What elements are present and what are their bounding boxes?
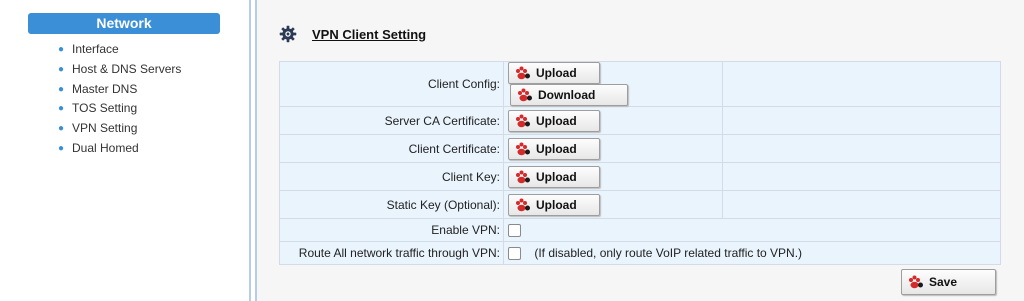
client-config-value: Upload Download (503, 61, 723, 107)
gear-icon (279, 25, 297, 43)
bullet-icon: ● (58, 103, 65, 115)
vpn-settings-table: Client Config: Upload Download Server CA… (279, 61, 1001, 265)
paw-icon (516, 66, 530, 80)
upload-label: Upload (536, 141, 577, 156)
row-static-key: Static Key (Optional): Upload (279, 190, 1001, 219)
static-key-value: Upload (503, 190, 723, 219)
sidebar-item-label: Dual Homed (72, 140, 139, 155)
section-header: VPN Client Setting (279, 22, 426, 46)
route-all-label: Route All network traffic through VPN: (279, 241, 504, 265)
client-config-upload-button[interactable]: Upload (508, 62, 600, 84)
sidebar: Network ● Interface ● Host & DNS Servers ●… (0, 0, 250, 301)
sidebar-item-interface[interactable]: ● Interface (56, 40, 181, 60)
server-ca-upload-button[interactable]: Upload (508, 109, 600, 132)
route-all-checkbox[interactable] (508, 246, 521, 260)
enable-vpn-value (503, 218, 1001, 242)
bullet-icon: ● (58, 83, 65, 95)
route-all-value: (If disabled, only route VoIP related tr… (503, 241, 1001, 265)
sidebar-item-host-dns-servers[interactable]: ● Host & DNS Servers (56, 60, 181, 80)
server-ca-value: Upload (503, 106, 723, 135)
row-client-key: Client Key: Upload (279, 162, 1001, 191)
sidebar-header-network[interactable]: Network (28, 13, 220, 34)
download-label: Download (538, 88, 596, 102)
client-cert-upload-button[interactable]: Upload (508, 137, 600, 160)
client-config-label: Client Config: (279, 61, 504, 107)
row-route-all: Route All network traffic through VPN: (… (279, 241, 1001, 265)
bullet-icon: ● (58, 44, 65, 55)
client-config-download-button[interactable]: Download (510, 84, 628, 106)
sidebar-item-label: Interface (72, 42, 119, 56)
sidebar-item-label: VPN Setting (72, 121, 138, 136)
section-title: VPN Client Setting (312, 26, 427, 42)
bullet-icon: ● (58, 63, 65, 75)
row-enable-vpn: Enable VPN: (279, 218, 1001, 242)
row-server-ca: Server CA Certificate: Upload (279, 106, 1001, 135)
bullet-icon: ● (58, 142, 65, 154)
main-panel: VPN Client Setting Client Config: Upload… (257, 0, 1024, 301)
paw-icon (516, 114, 530, 127)
upload-label: Upload (536, 66, 577, 80)
row-client-config: Client Config: Upload Download (279, 61, 1001, 107)
client-cert-label: Client Certificate: (279, 134, 504, 163)
sidebar-item-label: TOS Setting (72, 101, 138, 116)
upload-label: Upload (536, 197, 577, 212)
paw-icon (909, 275, 923, 289)
paw-icon (518, 88, 532, 102)
paw-icon (516, 198, 530, 211)
bullet-icon: ● (58, 123, 65, 135)
paw-icon (516, 170, 530, 183)
sidebar-item-master-dns[interactable]: ● Master DNS (56, 80, 181, 100)
sidebar-item-label: Host & DNS Servers (72, 61, 182, 76)
client-cert-value: Upload (503, 134, 723, 163)
save-button[interactable]: Save (901, 269, 996, 295)
static-key-label: Static Key (Optional): (279, 190, 504, 219)
route-all-note: (If disabled, only route VoIP related tr… (534, 246, 803, 261)
empty-cell (722, 190, 1001, 219)
empty-cell (722, 162, 1001, 191)
sidebar-item-label: Master DNS (72, 81, 138, 96)
save-label: Save (929, 275, 958, 289)
client-key-label: Client Key: (279, 162, 504, 191)
upload-label: Upload (536, 113, 577, 128)
empty-cell (722, 134, 1001, 163)
empty-cell (722, 106, 1001, 135)
client-key-value: Upload (503, 162, 723, 191)
client-key-upload-button[interactable]: Upload (508, 165, 600, 188)
enable-vpn-label: Enable VPN: (279, 218, 504, 242)
sidebar-list: ● Interface ● Host & DNS Servers ● Master D… (56, 40, 181, 159)
static-key-upload-button[interactable]: Upload (508, 193, 600, 216)
upload-label: Upload (536, 169, 577, 184)
empty-cell (722, 61, 1001, 107)
enable-vpn-checkbox[interactable] (508, 224, 521, 238)
paw-icon (516, 142, 530, 155)
sidebar-item-vpn-setting[interactable]: ● VPN Setting (56, 119, 181, 139)
sidebar-item-dual-homed[interactable]: ● Dual Homed (56, 139, 181, 159)
sidebar-item-tos-setting[interactable]: ● TOS Setting (56, 99, 181, 119)
row-client-cert: Client Certificate: Upload (279, 134, 1001, 163)
panel-divider (249, 0, 257, 301)
server-ca-label: Server CA Certificate: (279, 106, 504, 135)
